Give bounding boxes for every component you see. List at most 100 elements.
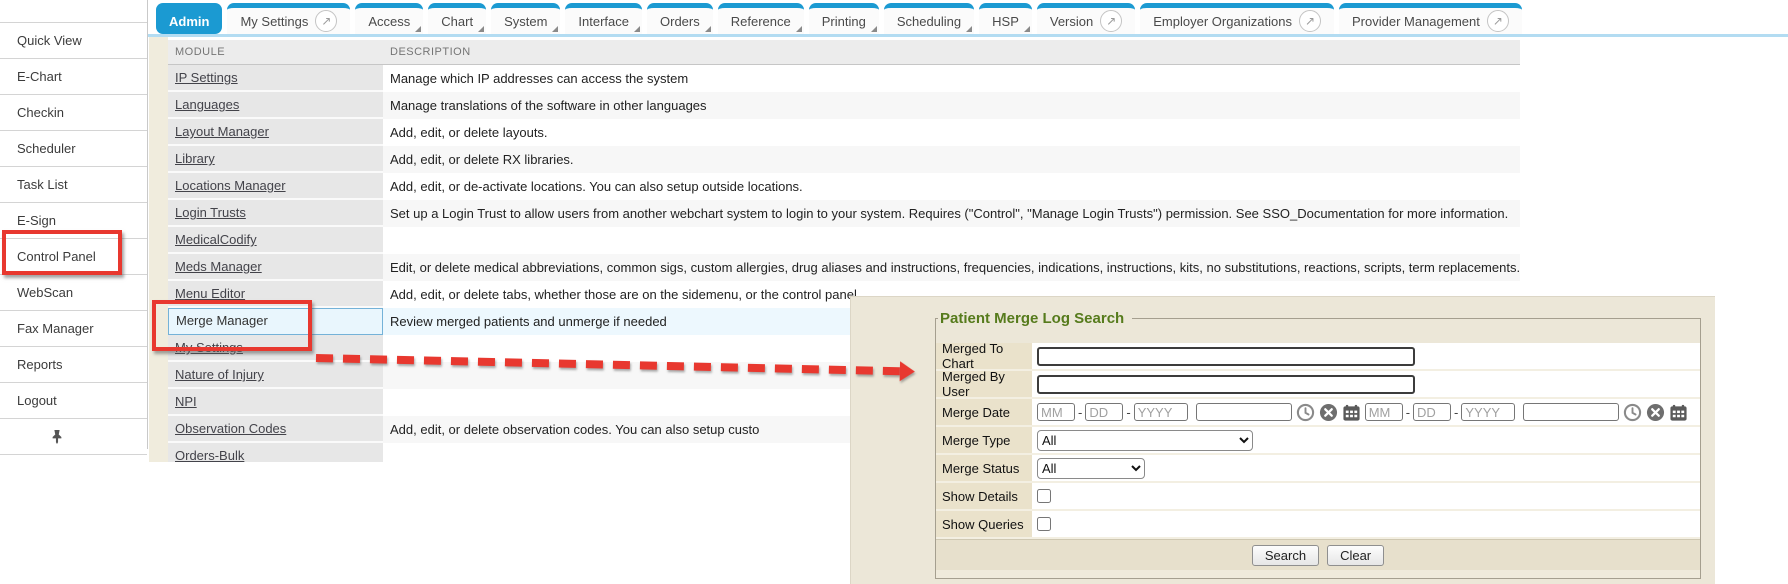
clock-icon[interactable] <box>1623 403 1642 422</box>
sidebar-item-scheduler[interactable]: Scheduler <box>0 131 147 167</box>
merge-date-end-time-input[interactable] <box>1523 403 1619 421</box>
clear-icon[interactable] <box>1646 403 1665 422</box>
module-link-menu-editor[interactable]: Menu Editor <box>175 286 245 301</box>
merge-date-start-day-input[interactable] <box>1085 403 1123 421</box>
tab-interface[interactable]: Interface <box>565 3 642 34</box>
table-row: Meds ManagerEdit, or delete medical abbr… <box>168 254 1520 281</box>
tab-label: System <box>504 14 547 29</box>
tab-reference[interactable]: Reference <box>718 3 804 34</box>
clock-icon[interactable] <box>1296 403 1315 422</box>
module-cell: IP Settings <box>168 65 383 92</box>
module-link-observation-codes[interactable]: Observation Codes <box>175 421 286 436</box>
module-link-library[interactable]: Library <box>175 151 215 166</box>
tab-admin[interactable]: Admin <box>156 3 222 34</box>
tab-provider-management[interactable]: Provider Management↗ <box>1339 3 1522 34</box>
table-row: MedicalCodify <box>168 227 1520 254</box>
merge-date-end-month-input[interactable] <box>1365 403 1403 421</box>
module-link-locations-manager[interactable]: Locations Manager <box>175 178 286 193</box>
tab-access[interactable]: Access <box>355 3 423 34</box>
table-row: Layout ManagerAdd, edit, or delete layou… <box>168 119 1520 146</box>
description-cell: Set up a Login Trust to allow users from… <box>383 200 1520 227</box>
pushpin-icon[interactable] <box>50 429 64 445</box>
submenu-corner-icon <box>552 26 558 32</box>
tab-label: HSP <box>992 14 1019 29</box>
submenu-corner-icon <box>1024 26 1030 32</box>
tab-orders[interactable]: Orders <box>647 3 713 34</box>
sidebar-spacer <box>0 0 147 23</box>
submenu-corner-icon <box>705 26 711 32</box>
sidebar-item-webscan[interactable]: WebScan <box>0 275 147 311</box>
calendar-icon[interactable] <box>1669 403 1688 422</box>
merge-type-select[interactable]: All <box>1037 430 1253 451</box>
module-link-login-trusts[interactable]: Login Trusts <box>175 205 246 220</box>
module-link-medicalcodify[interactable]: MedicalCodify <box>175 232 257 247</box>
sidebar-item-logout[interactable]: Logout <box>0 383 147 419</box>
module-link-nature-of-injury[interactable]: Nature of Injury <box>175 367 264 382</box>
table-row: LanguagesManage translations of the soft… <box>168 92 1520 119</box>
merged-by-user-input[interactable] <box>1037 375 1415 394</box>
table-row: Locations ManagerAdd, edit, or de-activa… <box>168 173 1520 200</box>
module-link-my-settings[interactable]: My Settings <box>175 340 243 355</box>
sidebar-item-task-list[interactable]: Task List <box>0 167 147 203</box>
merge-date-start-year-input[interactable] <box>1134 403 1188 421</box>
submenu-corner-icon <box>415 26 421 32</box>
merge-date-start-time-input[interactable] <box>1196 403 1292 421</box>
sidebar-item-e-sign[interactable]: E-Sign <box>0 203 147 239</box>
show-details-checkbox[interactable] <box>1037 489 1051 503</box>
sidebar-pin-row[interactable] <box>0 419 147 455</box>
clear-button[interactable]: Clear <box>1327 545 1384 566</box>
description-cell: Manage which IP addresses can access the… <box>383 65 1520 92</box>
search-button[interactable]: Search <box>1252 545 1319 566</box>
sidebar-item-checkin[interactable]: Checkin <box>0 95 147 131</box>
tab-my-settings[interactable]: My Settings ↗ <box>227 3 350 34</box>
module-link-orders-bulk[interactable]: Orders-Bulk <box>175 448 244 462</box>
column-header-module: MODULE <box>168 40 383 64</box>
sidebar-item-e-chart[interactable]: E-Chart <box>0 59 147 95</box>
form-gap <box>936 327 1700 343</box>
show-details-row: Show Details <box>936 483 1700 511</box>
content-gutter <box>149 37 168 462</box>
module-cell: Locations Manager <box>168 173 383 200</box>
external-link-icon[interactable]: ↗ <box>1100 10 1122 32</box>
module-cell: Observation Codes <box>168 416 383 443</box>
tab-label: Reference <box>731 14 791 29</box>
tab-printing[interactable]: Printing <box>809 3 879 34</box>
tab-chart[interactable]: Chart <box>428 3 486 34</box>
merge-date-start-month-input[interactable] <box>1037 403 1075 421</box>
tab-label: Employer Organizations <box>1153 14 1292 29</box>
sidebar-item-quick-view[interactable]: Quick View <box>0 23 147 59</box>
merge-status-select[interactable]: All <box>1037 458 1145 479</box>
sidebar-item-control-panel[interactable]: Control Panel <box>0 239 147 275</box>
merge-date-end-year-input[interactable] <box>1461 403 1515 421</box>
merged-to-chart-row: Merged To Chart <box>936 343 1700 371</box>
tab-version[interactable]: Version↗ <box>1037 3 1135 34</box>
tab-scheduling[interactable]: Scheduling <box>884 3 974 34</box>
module-link-ip-settings[interactable]: IP Settings <box>175 70 238 85</box>
show-queries-checkbox[interactable] <box>1037 517 1051 531</box>
tab-system[interactable]: System <box>491 3 560 34</box>
merged-to-chart-input[interactable] <box>1037 347 1415 366</box>
clear-icon[interactable] <box>1319 403 1338 422</box>
submenu-corner-icon <box>796 26 802 32</box>
sidebar-item-reports[interactable]: Reports <box>0 347 147 383</box>
module-link-merge-manager[interactable]: Merge Manager <box>176 313 268 328</box>
merge-status-label: Merge Status <box>936 455 1032 481</box>
module-cell: Merge Manager <box>168 308 383 335</box>
external-link-icon[interactable]: ↗ <box>315 10 337 32</box>
module-link-languages[interactable]: Languages <box>175 97 239 112</box>
external-link-icon[interactable]: ↗ <box>1487 10 1509 32</box>
tab-employer-organizations[interactable]: Employer Organizations ↗ <box>1140 3 1334 34</box>
merge-date-end-day-input[interactable] <box>1413 403 1451 421</box>
module-link-meds-manager[interactable]: Meds Manager <box>175 259 262 274</box>
external-link-icon[interactable]: ↗ <box>1299 10 1321 32</box>
sidebar-item-fax-manager[interactable]: Fax Manager <box>0 311 147 347</box>
module-link-npi[interactable]: NPI <box>175 394 197 409</box>
table-row: Login Trusts Set up a Login Trust to allo… <box>168 200 1520 227</box>
module-link-layout-manager[interactable]: Layout Manager <box>175 124 269 139</box>
button-row: Search Clear <box>936 539 1700 570</box>
tab-label: My Settings <box>240 14 308 29</box>
merge-type-row: Merge Type All <box>936 427 1700 455</box>
calendar-icon[interactable] <box>1342 403 1361 422</box>
show-queries-label: Show Queries <box>936 511 1032 537</box>
tab-hsp[interactable]: HSP <box>979 3 1032 34</box>
